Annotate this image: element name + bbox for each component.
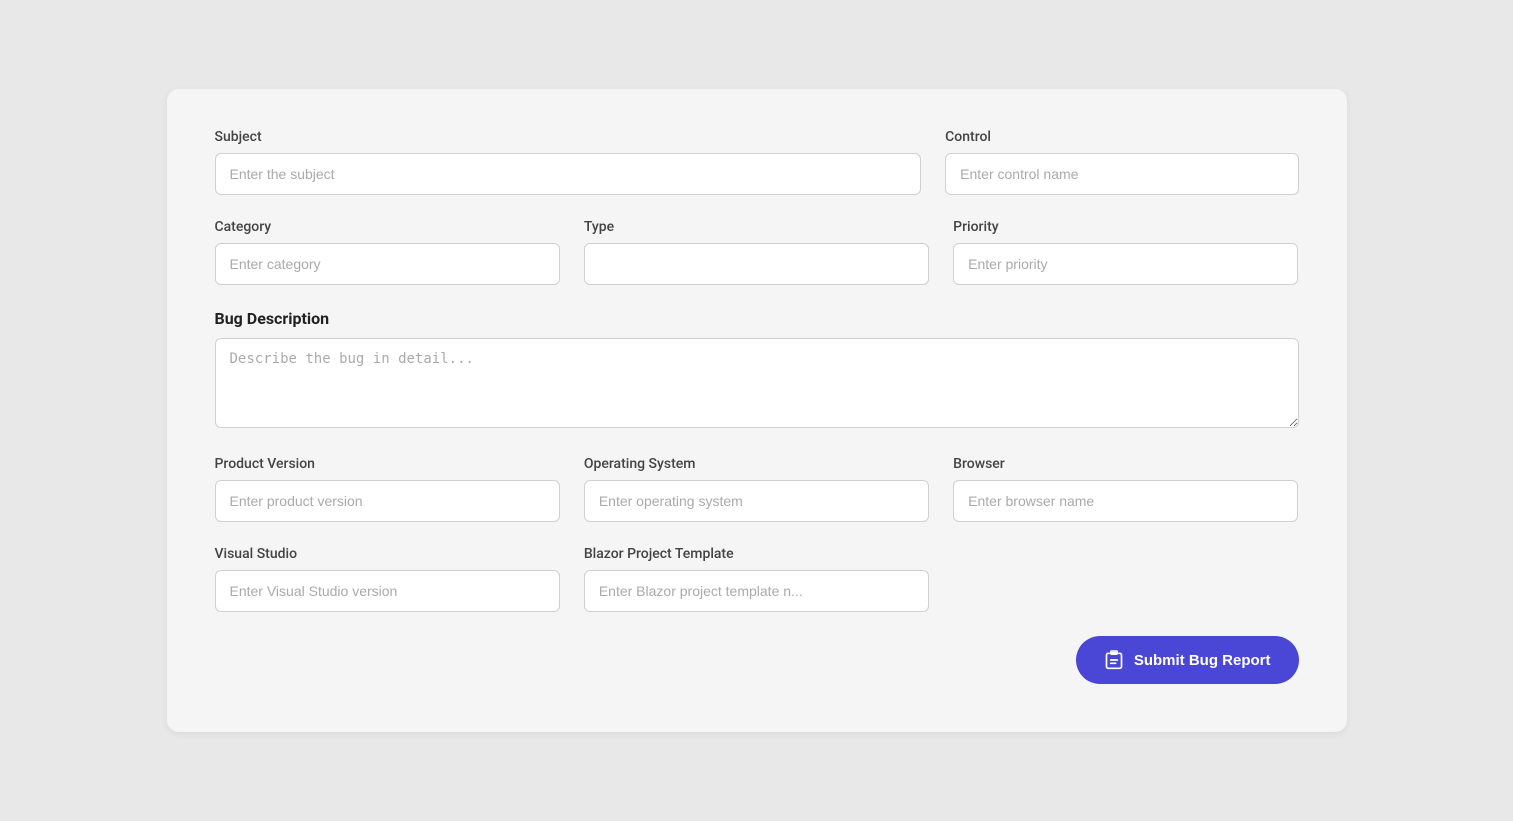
category-type-priority-row: Category Type Bug report Priority — [215, 219, 1299, 285]
visual-studio-group: Visual Studio — [215, 546, 560, 612]
product-version-input[interactable] — [215, 480, 560, 522]
product-version-group: Product Version — [215, 456, 560, 522]
product-version-label: Product Version — [215, 456, 560, 472]
subject-input[interactable] — [215, 153, 922, 195]
operating-system-input[interactable] — [584, 480, 929, 522]
type-label: Type — [584, 219, 929, 235]
priority-group: Priority — [953, 219, 1298, 285]
browser-group: Browser — [953, 456, 1298, 522]
submit-bug-report-button[interactable]: Submit Bug Report — [1076, 636, 1299, 684]
control-group: Control — [945, 129, 1298, 195]
blazor-template-group: Blazor Project Template — [584, 546, 929, 612]
operating-system-label: Operating System — [584, 456, 929, 472]
bug-description-textarea[interactable] — [215, 338, 1299, 428]
operating-system-group: Operating System — [584, 456, 929, 522]
category-input[interactable] — [215, 243, 560, 285]
control-input[interactable] — [945, 153, 1298, 195]
clipboard-icon — [1104, 650, 1124, 670]
subject-group: Subject — [215, 129, 922, 195]
bug-report-form: Subject Control Category Type Bug report… — [167, 89, 1347, 732]
blazor-template-label: Blazor Project Template — [584, 546, 929, 562]
submit-row: Submit Bug Report — [215, 636, 1299, 684]
vs-blazor-row: Visual Studio Blazor Project Template — [215, 546, 1299, 612]
category-label: Category — [215, 219, 560, 235]
category-group: Category — [215, 219, 560, 285]
visual-studio-input[interactable] — [215, 570, 560, 612]
priority-label: Priority — [953, 219, 1298, 235]
control-label: Control — [945, 129, 1298, 145]
bug-description-section: Bug Description — [215, 309, 1299, 432]
blazor-template-input[interactable] — [584, 570, 929, 612]
visual-studio-label: Visual Studio — [215, 546, 560, 562]
type-input[interactable]: Bug report — [584, 243, 929, 285]
type-group: Type Bug report — [584, 219, 929, 285]
submit-button-label: Submit Bug Report — [1134, 652, 1271, 669]
version-os-browser-row: Product Version Operating System Browser — [215, 456, 1299, 522]
browser-input[interactable] — [953, 480, 1298, 522]
subject-control-row: Subject Control — [215, 129, 1299, 195]
subject-label: Subject — [215, 129, 922, 145]
bug-description-label: Bug Description — [215, 309, 1299, 328]
priority-input[interactable] — [953, 243, 1298, 285]
browser-label: Browser — [953, 456, 1298, 472]
